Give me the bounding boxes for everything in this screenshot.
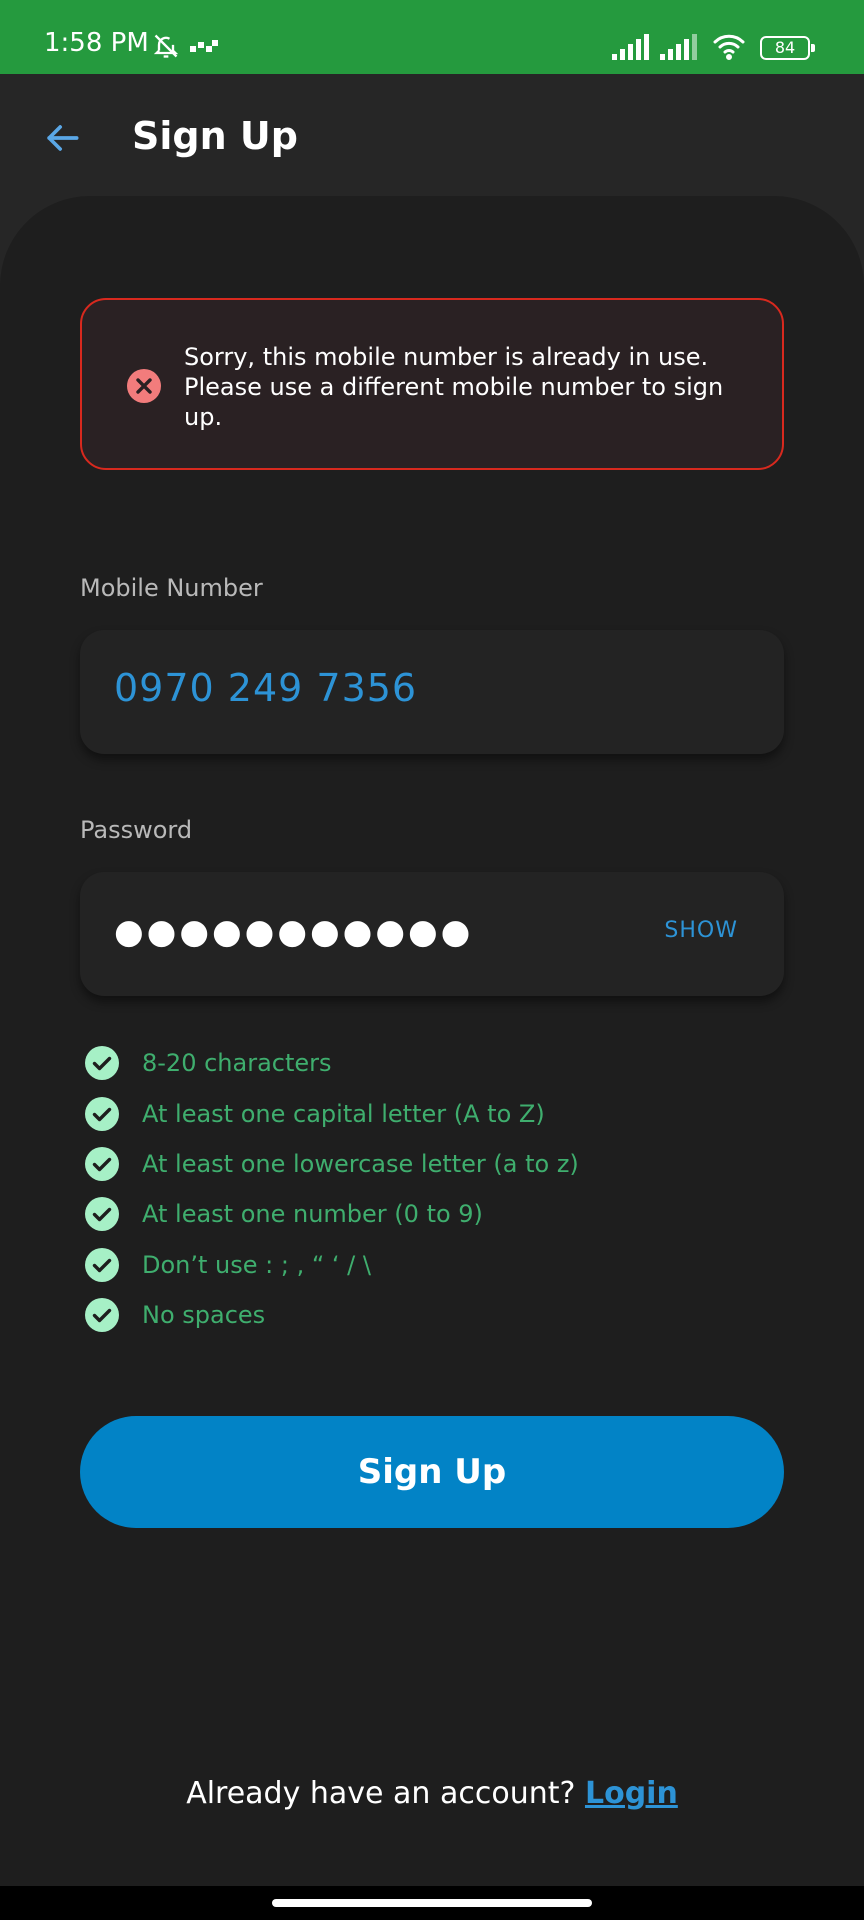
password-field[interactable]: ●●●●●●●●●●● SHOW — [80, 872, 784, 996]
rule-text: Don’t use : ; , “ ‘ / \ — [142, 1250, 371, 1279]
check-circle-icon — [84, 1247, 120, 1283]
check-circle-icon — [84, 1196, 120, 1232]
back-arrow-icon[interactable] — [40, 116, 84, 160]
check-circle-icon — [84, 1096, 120, 1132]
error-alert: Sorry, this mobile number is already in … — [80, 298, 784, 470]
check-circle-icon — [84, 1045, 120, 1081]
wifi-icon — [712, 32, 746, 64]
error-message: Sorry, this mobile number is already in … — [184, 343, 724, 431]
password-input[interactable]: ●●●●●●●●●●● — [114, 912, 473, 952]
page-title: Sign Up — [132, 114, 298, 158]
app-header: Sign Up — [0, 74, 864, 200]
signal-icon — [612, 34, 652, 64]
login-link[interactable]: Login — [585, 1776, 678, 1811]
rule-text: No spaces — [142, 1301, 266, 1330]
sign-up-screen: 1:58 PM 84 Sign Up Sorry, this mobile nu… — [0, 0, 864, 1920]
password-rules: 8-20 characters At least one capital let… — [84, 1038, 784, 1340]
signal-icon-2 — [660, 34, 700, 64]
mobile-number-label: Mobile Number — [80, 574, 263, 602]
mobile-number-field[interactable]: 0970 249 7356 — [80, 630, 784, 754]
rule-text: At least one number (0 to 9) — [142, 1200, 483, 1229]
check-circle-icon — [84, 1146, 120, 1182]
login-prompt: Already have an account? Login — [0, 1776, 864, 1811]
password-rule: At least one lowercase letter (a to z) — [84, 1139, 784, 1189]
mobile-number-input[interactable]: 0970 249 7356 — [114, 666, 734, 710]
password-rule: At least one capital letter (A to Z) — [84, 1088, 784, 1138]
check-circle-icon — [84, 1297, 120, 1333]
home-indicator[interactable] — [272, 1899, 592, 1907]
sign-up-button[interactable]: Sign Up — [80, 1416, 784, 1528]
status-time: 1:58 PM — [44, 28, 149, 58]
password-rule: 8-20 characters — [84, 1038, 784, 1088]
password-rule: No spaces — [84, 1290, 784, 1340]
battery-icon: 84 — [760, 36, 815, 60]
rule-text: 8-20 characters — [142, 1049, 332, 1078]
show-password-button[interactable]: SHOW — [664, 918, 738, 943]
rule-text: At least one capital letter (A to Z) — [142, 1099, 545, 1128]
navigation-bar — [0, 1886, 864, 1920]
error-icon — [126, 368, 162, 404]
rule-text: At least one lowercase letter (a to z) — [142, 1149, 579, 1178]
bell-muted-icon — [152, 32, 180, 64]
password-rule: Don’t use : ; , “ ‘ / \ — [84, 1240, 784, 1290]
login-prompt-text: Already have an account? — [186, 1776, 576, 1811]
status-bar: 1:58 PM 84 — [0, 0, 864, 74]
data-activity-icon — [190, 38, 220, 62]
password-rule: At least one number (0 to 9) — [84, 1189, 784, 1239]
password-label: Password — [80, 816, 193, 844]
